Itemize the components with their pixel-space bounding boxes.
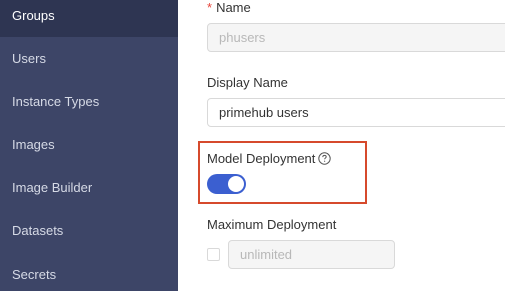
name-label-text: Name	[216, 0, 251, 15]
name-input-value: phusers	[219, 30, 266, 45]
display-name-input-value: primehub users	[219, 105, 309, 120]
sidebar-item-groups[interactable]: Groups	[0, 0, 178, 37]
required-mark: *	[207, 0, 213, 15]
maximum-deployment-checkbox[interactable]	[207, 248, 220, 261]
sidebar-item-users[interactable]: Users	[0, 37, 178, 80]
sidebar-item-instance-types[interactable]: Instance Types	[0, 80, 178, 123]
maximum-deployment-input[interactable]: unlimited	[228, 240, 395, 269]
sidebar-item-label: Secrets	[12, 267, 57, 282]
sidebar-item-label: Images	[12, 137, 55, 152]
sidebar-item-label: Users	[12, 51, 46, 66]
sidebar-item-label: Datasets	[12, 223, 64, 238]
model-deployment-toggle[interactable]	[207, 174, 246, 194]
sidebar-item-label: Groups	[12, 8, 55, 23]
name-label: * Name	[207, 0, 251, 15]
maximum-deployment-placeholder: unlimited	[240, 247, 293, 262]
sidebar: Groups Users Instance Types Images Image…	[0, 0, 178, 291]
name-input[interactable]: phusers	[207, 23, 505, 52]
sidebar-item-label: Instance Types	[12, 94, 100, 109]
sidebar-item-image-builder[interactable]: Image Builder	[0, 166, 178, 209]
model-deployment-label-text: Model Deployment	[207, 151, 316, 166]
sidebar-item-images[interactable]: Images	[0, 123, 178, 166]
sidebar-item-secrets[interactable]: Secrets	[0, 253, 178, 291]
sidebar-item-datasets[interactable]: Datasets	[0, 209, 178, 252]
maximum-deployment-label: Maximum Deployment	[207, 217, 337, 232]
sidebar-item-label: Image Builder	[12, 180, 93, 195]
model-deployment-label: Model Deployment	[207, 151, 332, 168]
question-circle-icon[interactable]	[318, 152, 332, 168]
display-name-input[interactable]: primehub users	[207, 98, 505, 127]
display-name-label: Display Name	[207, 75, 288, 90]
toggle-knob	[228, 176, 244, 192]
